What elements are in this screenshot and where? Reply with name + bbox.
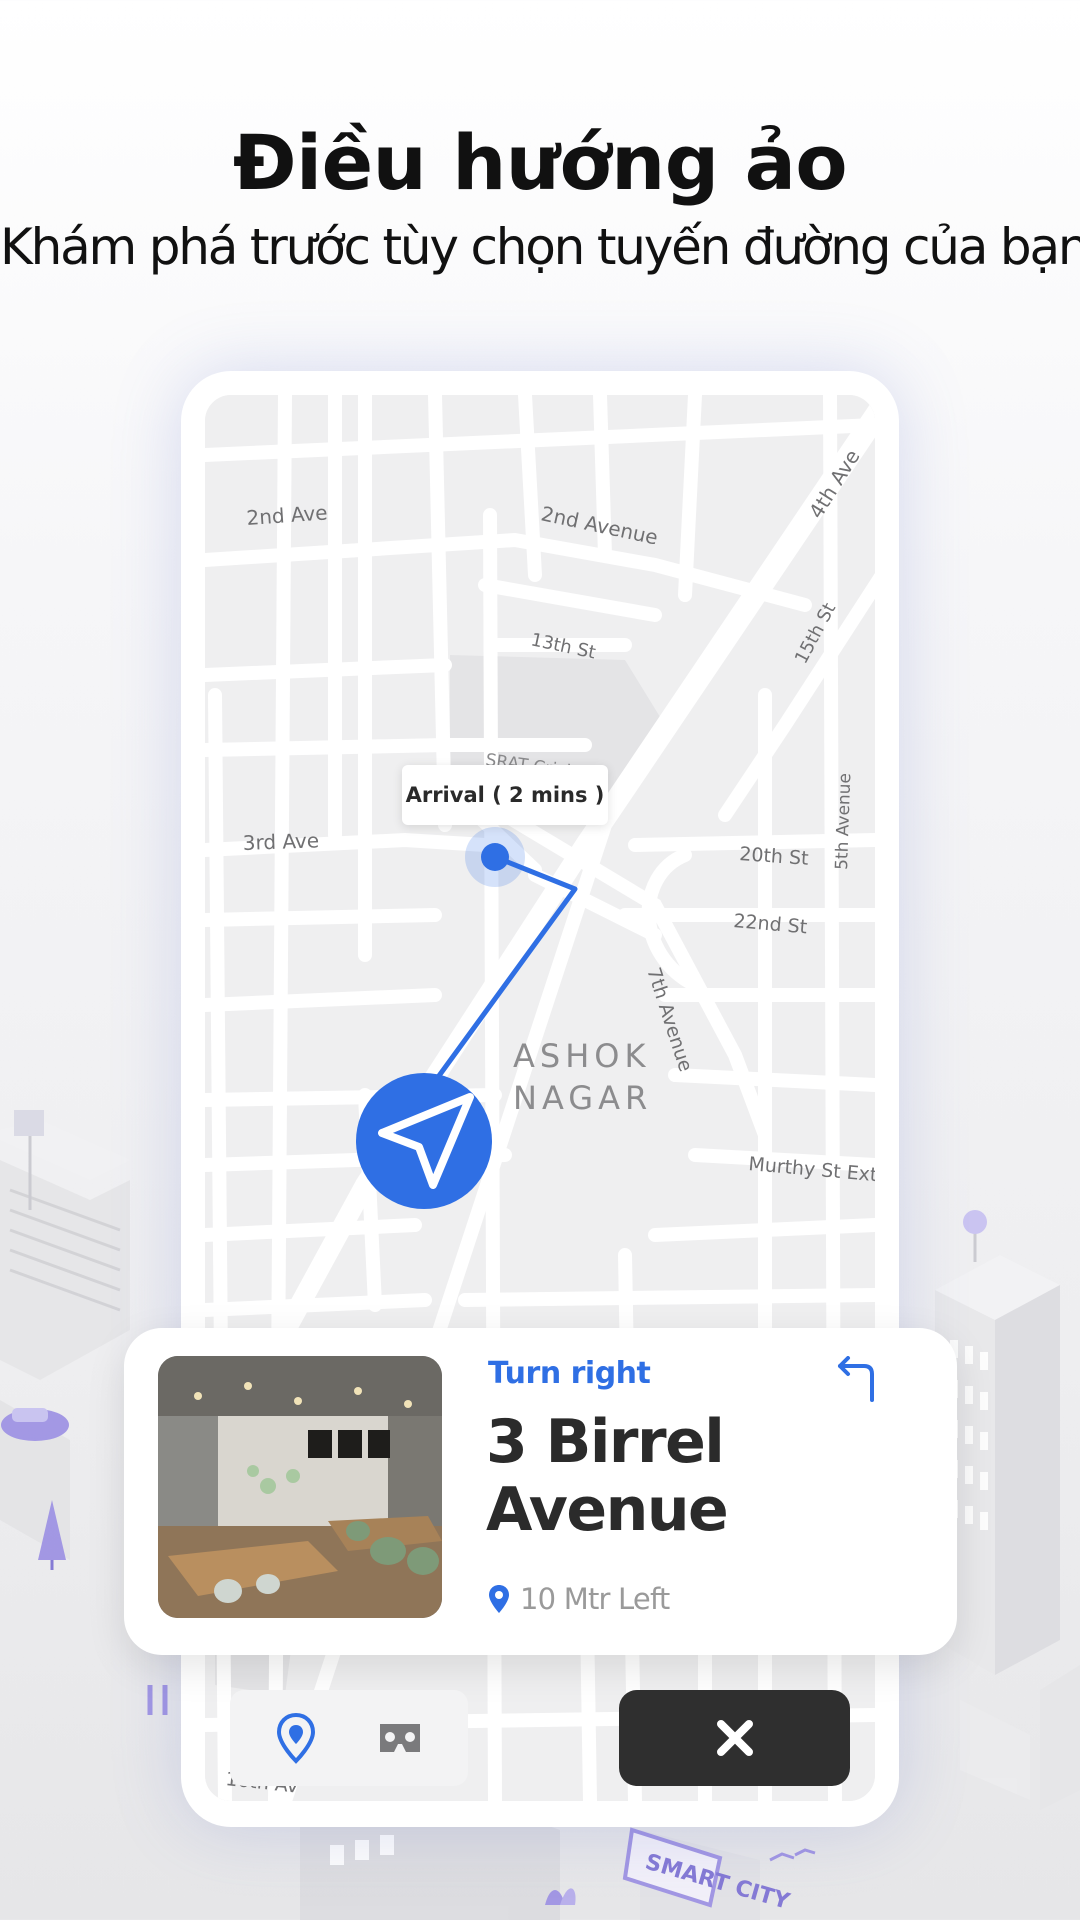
location-pin-icon	[489, 1585, 509, 1613]
vr-headset-icon[interactable]	[376, 1720, 424, 1756]
turn-instruction: Turn right	[488, 1356, 651, 1391]
distance-remaining: 10 Mtr Left	[520, 1582, 670, 1616]
navigation-arrow-icon[interactable]	[356, 1073, 492, 1209]
distance-row: 10 Mtr Left	[488, 1582, 670, 1616]
mode-toggle-bar	[230, 1690, 468, 1786]
turn-right-arrow-icon	[838, 1356, 874, 1402]
direction-card[interactable]: Turn right 3 Birrel Avenue 10 Mtr Left	[124, 1328, 957, 1655]
destination-address: 3 Birrel Avenue	[486, 1407, 729, 1545]
street-label: 3rd Ave	[242, 828, 319, 855]
close-button[interactable]	[619, 1690, 850, 1786]
area-name-line2: NAGAR	[513, 1079, 652, 1117]
close-icon	[716, 1720, 753, 1756]
page-subtitle: Khám phá trước tùy chọn tuyến đường của …	[0, 218, 1080, 276]
page-title: Điều hướng ảo	[232, 118, 848, 207]
street-label: 5th Avenue	[832, 773, 855, 870]
location-pin-icon[interactable]	[274, 1712, 318, 1764]
area-name-line1: ASHOK	[513, 1037, 650, 1075]
destination-photo	[158, 1356, 442, 1618]
arrival-tooltip: Arrival ( 2 mins )	[402, 765, 608, 825]
destination-dot	[481, 843, 509, 871]
